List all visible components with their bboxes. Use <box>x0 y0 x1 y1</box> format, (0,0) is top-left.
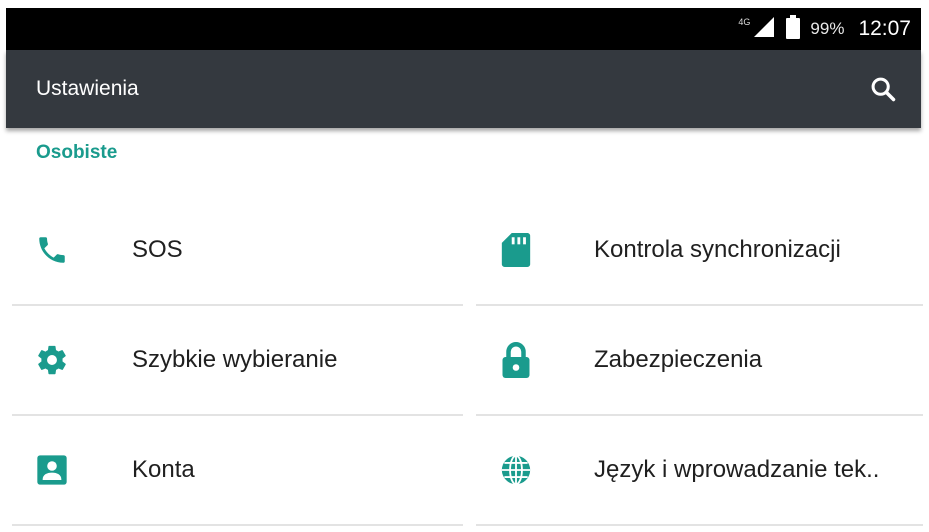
settings-item-sos[interactable]: SOS <box>12 196 463 306</box>
network-type-label: 4G <box>738 17 751 27</box>
settings-item-language-input[interactable]: Język i wprowadzanie tek.. <box>476 416 923 526</box>
page-title: Ustawienia <box>36 77 139 100</box>
settings-item-label: Szybkie wybieranie <box>132 346 338 373</box>
settings-item-speed-dial[interactable]: Szybkie wybieranie <box>12 306 463 416</box>
app-toolbar: Ustawienia <box>6 50 921 128</box>
settings-item-label: Konta <box>132 456 195 483</box>
gear-icon <box>34 342 70 378</box>
settings-item-label: Kontrola synchronizacji <box>594 236 841 263</box>
section-header-osobiste: Osobiste <box>36 142 118 163</box>
clock: 12:07 <box>858 17 911 40</box>
settings-item-sync-control[interactable]: Kontrola synchronizacji <box>476 196 923 306</box>
signal-icon <box>752 16 776 43</box>
account-icon <box>34 452 70 488</box>
settings-item-label: SOS <box>132 236 183 263</box>
battery-icon <box>786 14 801 44</box>
settings-grid: SOS Kontrola synchronizacji Szybkie wybi… <box>12 196 923 526</box>
search-icon[interactable] <box>865 71 901 107</box>
sd-card-icon <box>498 232 534 268</box>
settings-screen: 4G 99% 12:07 Ustawienia Osobiste SOS Kon <box>0 0 929 532</box>
globe-icon <box>498 452 534 488</box>
settings-item-label: Zabezpieczenia <box>594 346 763 373</box>
phone-icon <box>34 232 70 268</box>
settings-item-label: Język i wprowadzanie tek.. <box>594 456 880 483</box>
settings-item-accounts[interactable]: Konta <box>12 416 463 526</box>
settings-item-security[interactable]: Zabezpieczenia <box>476 306 923 416</box>
status-bar: 4G 99% 12:07 <box>6 8 921 50</box>
lock-icon <box>498 342 534 378</box>
battery-percentage: 99% <box>810 19 845 38</box>
